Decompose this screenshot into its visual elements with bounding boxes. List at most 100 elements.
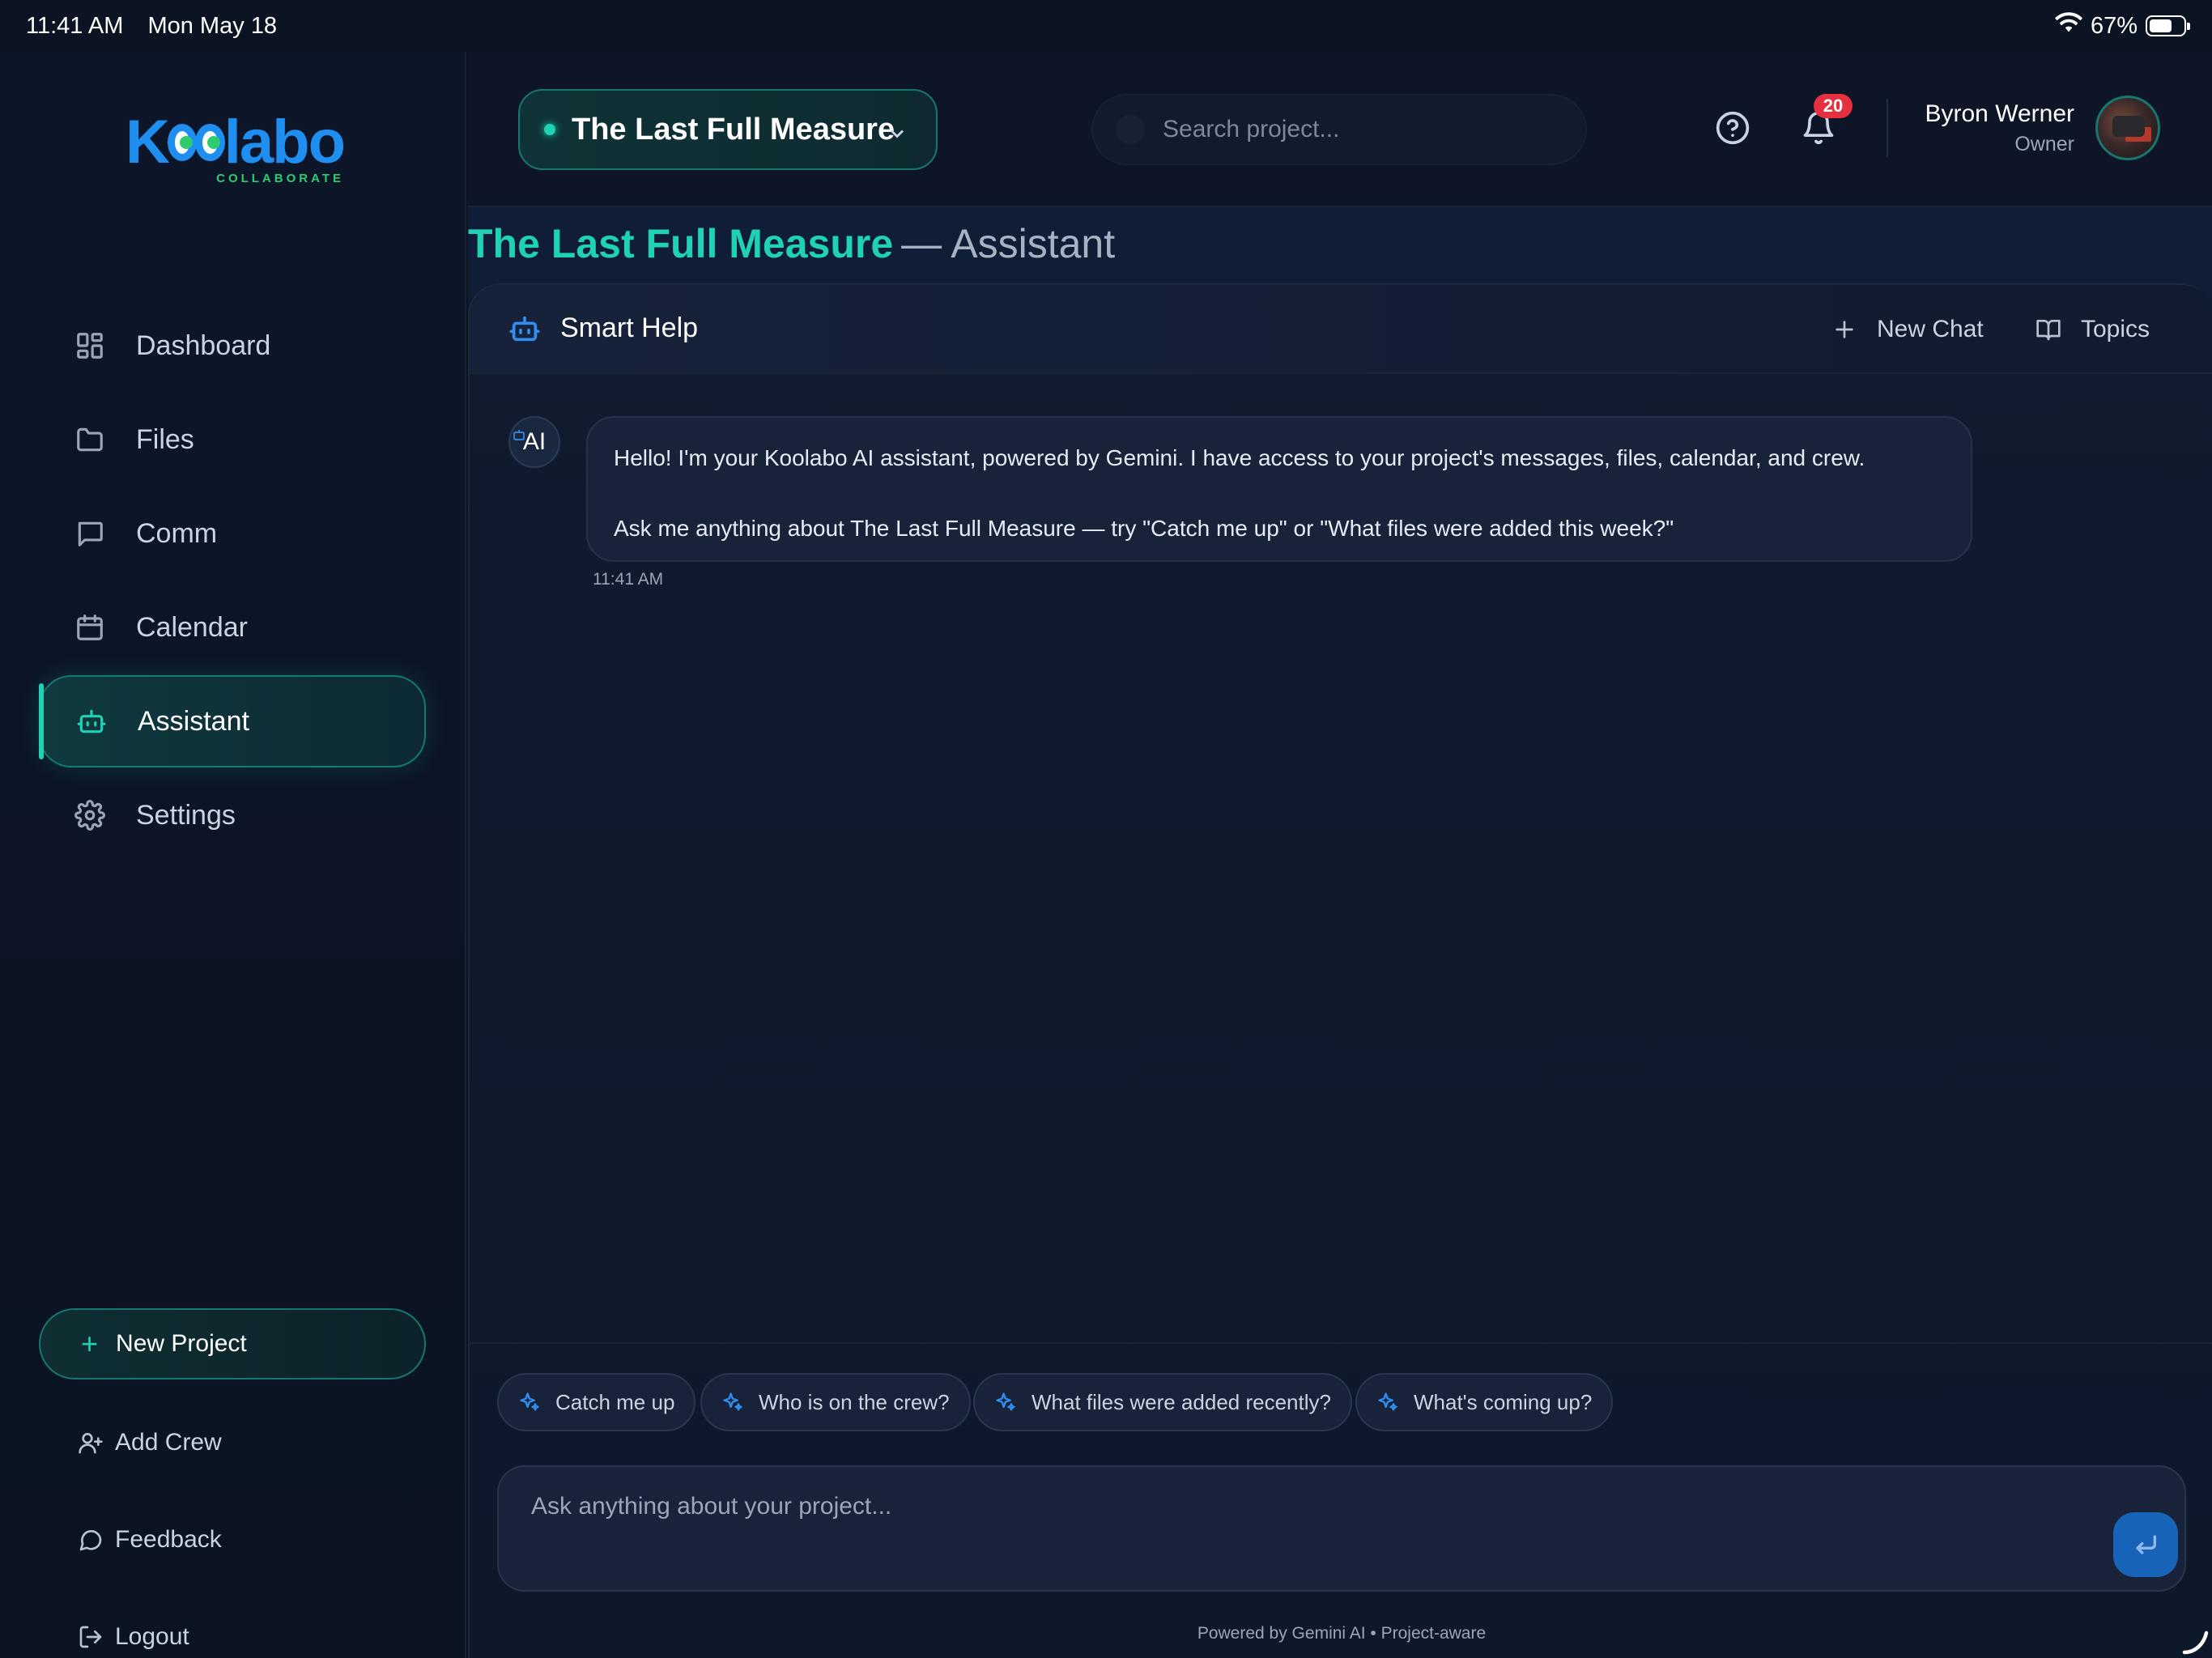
sidebar-item-label: Assistant [138, 705, 249, 737]
message-composer [497, 1465, 2186, 1592]
feedback-link[interactable]: Feedback [78, 1516, 222, 1564]
message-line: Ask me anything about The Last Full Meas… [614, 516, 1674, 541]
message-timestamp: 11:41 AM [593, 570, 664, 589]
message-line: Hello! I'm your Koolabo AI assistant, po… [614, 445, 1865, 470]
notification-badge: 20 [1814, 94, 1853, 118]
new-project-button[interactable]: + New Project [39, 1308, 426, 1380]
sidebar-item-label: Settings [136, 799, 236, 831]
add-crew-link[interactable]: Add Crew [78, 1418, 222, 1467]
logo-tagline: COLLABORATE [216, 172, 344, 185]
user-avatar[interactable] [2095, 96, 2160, 160]
sidebar: K labo COLLABORATE Dashboard Files Comm … [0, 52, 466, 1658]
suggestion-chip[interactable]: Catch me up [497, 1373, 696, 1431]
wifi-icon [2054, 12, 2082, 40]
battery-icon [2146, 15, 2190, 36]
topics-button[interactable]: Topics [2035, 309, 2150, 350]
status-date: Mon May 18 [147, 12, 278, 39]
sidebar-item-label: Calendar [136, 611, 248, 643]
sidebar-item-label: Files [136, 423, 194, 455]
logout-icon [79, 1626, 102, 1648]
battery-percent: 67% [2090, 12, 2138, 39]
suggestion-chip[interactable]: What's coming up? [1355, 1373, 1614, 1431]
resize-handle-icon[interactable] [2180, 1626, 2209, 1655]
project-selector-label: The Last Full Measure [572, 112, 895, 147]
search-icon [1116, 115, 1145, 144]
user-role: Owner [2014, 133, 2074, 155]
sidebar-item-assistant[interactable]: Assistant [39, 675, 426, 767]
sidebar-item-calendar[interactable]: Calendar [39, 581, 426, 674]
book-open-icon [2036, 320, 2061, 341]
gear-icon [73, 798, 107, 832]
search-input[interactable] [1163, 116, 1551, 143]
plus-icon: + [81, 1327, 99, 1360]
sidebar-item-dashboard[interactable]: Dashboard [39, 300, 426, 392]
suggestion-label: Who is on the crew? [759, 1389, 950, 1414]
robot-icon [74, 704, 108, 738]
send-button[interactable] [2113, 1512, 2178, 1577]
add-crew-label: Add Crew [115, 1429, 222, 1456]
calendar-icon [73, 610, 107, 644]
logo-wordmark: K labo [125, 108, 346, 176]
message-icon [73, 517, 107, 551]
powered-by-footer: Powered by Gemini AI • Project-aware [1197, 1624, 1487, 1643]
battery-fill [2150, 19, 2172, 32]
sparkle-icon [996, 1392, 1015, 1411]
robot-icon [508, 312, 541, 345]
suggestion-chip[interactable]: What files were added recently? [973, 1373, 1352, 1431]
suggestion-label: Catch me up [555, 1389, 675, 1414]
suggestion-label: What's coming up? [1414, 1389, 1593, 1414]
logo-letter: K [125, 108, 170, 176]
assistant-panel: Smart Help New Chat Topics AI Hello! I'm… [468, 283, 2212, 1658]
suggestion-label: What files were added recently? [1032, 1389, 1331, 1414]
sparkle-icon [520, 1392, 539, 1411]
koolabo-logo[interactable]: K labo COLLABORATE [125, 108, 346, 186]
page-title: The Last Full Measure — Assistant [468, 207, 1115, 280]
ai-avatar: AI [508, 416, 560, 468]
logo-letters: labo [223, 108, 346, 176]
message-input[interactable] [531, 1493, 2069, 1541]
panel-header: Smart Help New Chat Topics [470, 285, 2212, 374]
topics-label: Topics [2081, 316, 2150, 342]
folder-icon [73, 423, 107, 457]
top-header: The Last Full Measure 20 Byron Werner Ow… [468, 52, 2212, 207]
page-title-suffix: — Assistant [901, 221, 1116, 266]
project-status-dot [544, 124, 555, 135]
help-icon[interactable] [1715, 110, 1754, 149]
logo-eye-icon [195, 124, 225, 161]
sidebar-nav: Dashboard Files Comm Calendar Assistant … [39, 300, 426, 863]
status-time: 11:41 AM [26, 12, 124, 39]
project-selector[interactable]: The Last Full Measure [518, 89, 938, 170]
sidebar-item-settings[interactable]: Settings [39, 769, 426, 861]
sparkle-icon [723, 1392, 742, 1411]
header-divider [1887, 99, 1888, 157]
enter-icon [2136, 1535, 2157, 1554]
sidebar-item-label: Comm [136, 517, 218, 549]
user-plus-icon [79, 1433, 103, 1454]
sidebar-item-files[interactable]: Files [39, 393, 426, 486]
ai-avatar-label: AI [522, 428, 547, 455]
app-root: 11:41 AM Mon May 18 67% K labo COLLABORA… [0, 0, 2212, 1658]
feedback-label: Feedback [115, 1526, 222, 1553]
plus-icon [1836, 321, 1853, 338]
search-bar [1091, 94, 1587, 165]
sparkle-icon [1378, 1392, 1397, 1411]
page-title-project: The Last Full Measure [468, 221, 894, 266]
main-content: The Last Full Measure — Assistant Smart … [468, 207, 2212, 1658]
composer-area: Catch me up Who is on the crew? What fil… [470, 1342, 2212, 1658]
suggestion-chip[interactable]: Who is on the crew? [700, 1373, 971, 1431]
user-name[interactable]: Byron Werner [1925, 100, 2074, 128]
new-chat-button[interactable]: New Chat [1831, 309, 1984, 350]
robot-icon [512, 421, 526, 440]
chat-bubble-icon [79, 1530, 102, 1551]
panel-title: Smart Help [560, 312, 699, 343]
new-project-label: New Project [116, 1330, 247, 1357]
logout-label: Logout [115, 1623, 189, 1650]
logout-link[interactable]: Logout [78, 1613, 189, 1658]
logo-eye-icon [167, 124, 198, 161]
sidebar-item-comm[interactable]: Comm [39, 487, 426, 580]
assistant-message: Hello! I'm your Koolabo AI assistant, po… [586, 416, 1972, 562]
new-chat-label: New Chat [1877, 316, 1984, 342]
chevron-down-icon [886, 118, 908, 141]
dashboard-icon [73, 329, 107, 363]
status-bar: 11:41 AM Mon May 18 67% [0, 0, 2212, 52]
